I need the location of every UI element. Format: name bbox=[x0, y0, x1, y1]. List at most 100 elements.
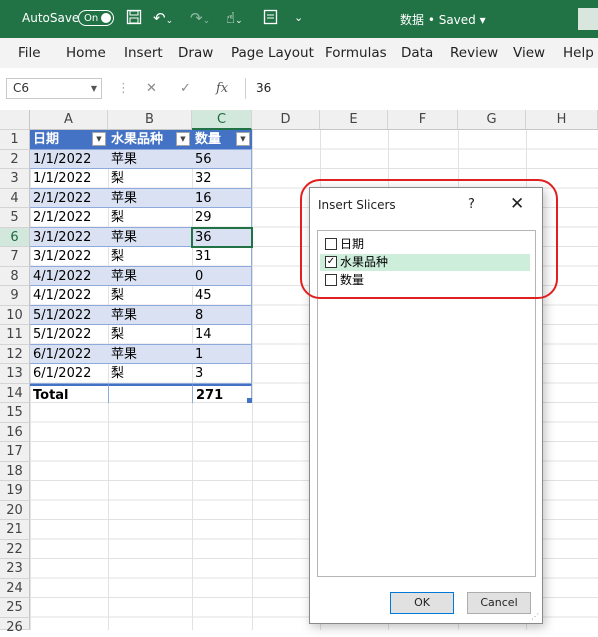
table-cell[interactable]: 苹果 bbox=[108, 227, 192, 247]
row-header[interactable]: 3 bbox=[0, 169, 30, 189]
cancel-button[interactable]: Cancel bbox=[467, 592, 531, 614]
autosave-toggle[interactable]: On bbox=[78, 10, 114, 26]
table-header-cell[interactable]: 水果品种 ▼ bbox=[108, 130, 192, 150]
table-cell[interactable]: 苹果 bbox=[108, 149, 192, 169]
column-header-b[interactable]: B bbox=[108, 110, 192, 130]
table-cell[interactable]: 梨 bbox=[108, 325, 192, 345]
insert-function-icon[interactable]: fx bbox=[216, 81, 228, 96]
table-cell[interactable]: 2/1/2022 bbox=[30, 208, 108, 228]
table-cell[interactable]: 6/1/2022 bbox=[30, 364, 108, 384]
form-icon[interactable] bbox=[263, 9, 278, 29]
table-cell[interactable]: 苹果 bbox=[108, 266, 192, 286]
table-cell[interactable]: 1/1/2022 bbox=[30, 149, 108, 169]
row-header[interactable]: 24 bbox=[0, 578, 30, 598]
touch-mode-icon[interactable]: ☝⌄ bbox=[226, 9, 243, 30]
filter-dropdown-icon[interactable]: ▼ bbox=[92, 132, 106, 146]
table-cell[interactable]: 2/1/2022 bbox=[30, 188, 108, 208]
column-header-g[interactable]: G bbox=[458, 110, 526, 130]
row-header[interactable]: 5 bbox=[0, 208, 30, 228]
table-cell[interactable]: 苹果 bbox=[108, 305, 192, 325]
table-cell[interactable]: 梨 bbox=[108, 364, 192, 384]
table-cell[interactable]: 5/1/2022 bbox=[30, 325, 108, 345]
row-header[interactable]: 21 bbox=[0, 520, 30, 540]
tab-page-layout[interactable]: Page Layout bbox=[231, 45, 314, 61]
total-value-cell[interactable]: 271 bbox=[192, 383, 252, 403]
table-cell[interactable]: 梨 bbox=[108, 169, 192, 189]
table-cell[interactable]: 4/1/2022 bbox=[30, 266, 108, 286]
tab-view[interactable]: View bbox=[513, 45, 545, 61]
resize-grip-icon[interactable]: ⋰ bbox=[531, 612, 539, 621]
row-header[interactable]: 22 bbox=[0, 539, 30, 559]
row-header[interactable]: 8 bbox=[0, 266, 30, 286]
tab-insert[interactable]: Insert bbox=[124, 45, 163, 61]
table-cell[interactable]: 56 bbox=[192, 149, 252, 169]
table-cell[interactable]: 1/1/2022 bbox=[30, 169, 108, 189]
total-empty-cell[interactable] bbox=[108, 383, 192, 403]
name-box[interactable]: C6 ▼ bbox=[6, 78, 102, 99]
table-cell[interactable]: 3 bbox=[192, 364, 252, 384]
table-cell[interactable]: 苹果 bbox=[108, 344, 192, 364]
formula-input[interactable]: 36 bbox=[245, 78, 598, 99]
table-cell[interactable]: 3/1/2022 bbox=[30, 247, 108, 267]
cancel-entry-icon[interactable]: ✕ bbox=[146, 81, 157, 96]
table-cell[interactable]: 29 bbox=[192, 208, 252, 228]
tab-formulas[interactable]: Formulas bbox=[325, 45, 387, 61]
search-box[interactable] bbox=[578, 8, 598, 30]
row-header[interactable]: 4 bbox=[0, 188, 30, 208]
column-header-h[interactable]: H bbox=[526, 110, 598, 130]
row-header[interactable]: 15 bbox=[0, 403, 30, 423]
tab-help[interactable]: Help bbox=[563, 45, 594, 61]
chevron-down-icon[interactable]: ▼ bbox=[91, 79, 97, 98]
table-cell[interactable]: 梨 bbox=[108, 286, 192, 306]
column-header-e[interactable]: E bbox=[320, 110, 388, 130]
select-all-corner[interactable] bbox=[0, 110, 30, 130]
row-header[interactable]: 10 bbox=[0, 305, 30, 325]
save-icon[interactable] bbox=[126, 9, 142, 29]
row-header[interactable]: 26 bbox=[0, 617, 30, 635]
table-cell[interactable]: 32 bbox=[192, 169, 252, 189]
row-header[interactable]: 1 bbox=[0, 130, 30, 150]
total-label-cell[interactable]: Total bbox=[30, 383, 108, 404]
table-header-cell[interactable]: 数量 ▼ bbox=[192, 130, 252, 150]
table-cell[interactable]: 苹果 bbox=[108, 188, 192, 208]
row-header[interactable]: 9 bbox=[0, 286, 30, 306]
row-header[interactable]: 11 bbox=[0, 325, 30, 345]
row-header[interactable]: 25 bbox=[0, 598, 30, 618]
table-cell[interactable]: 5/1/2022 bbox=[30, 305, 108, 325]
table-cell[interactable]: 1 bbox=[192, 344, 252, 364]
table-cell[interactable]: 梨 bbox=[108, 247, 192, 267]
customize-qat-icon[interactable]: ⌄ bbox=[294, 9, 303, 27]
row-header[interactable]: 23 bbox=[0, 559, 30, 579]
table-cell[interactable]: 16 bbox=[192, 188, 252, 208]
table-cell[interactable]: 3/1/2022 bbox=[30, 227, 108, 247]
row-header[interactable]: 19 bbox=[0, 481, 30, 501]
table-cell[interactable]: 31 bbox=[192, 247, 252, 267]
row-header[interactable]: 13 bbox=[0, 364, 30, 384]
table-cell[interactable]: 8 bbox=[192, 305, 252, 325]
table-cell[interactable]: 4/1/2022 bbox=[30, 286, 108, 306]
filter-dropdown-icon[interactable]: ▼ bbox=[176, 132, 190, 146]
column-header-f[interactable]: F bbox=[388, 110, 458, 130]
table-header-cell[interactable]: 日期 ▼ bbox=[30, 130, 108, 150]
row-header[interactable]: 17 bbox=[0, 442, 30, 462]
ok-button[interactable]: OK bbox=[390, 592, 454, 614]
table-resize-handle[interactable] bbox=[247, 398, 252, 403]
filter-dropdown-icon[interactable]: ▼ bbox=[236, 132, 250, 146]
row-header[interactable]: 2 bbox=[0, 149, 30, 169]
tab-home[interactable]: Home bbox=[66, 45, 106, 61]
undo-icon[interactable]: ↶⌄ bbox=[153, 9, 173, 30]
row-header[interactable]: 20 bbox=[0, 500, 30, 520]
column-header-c[interactable]: C bbox=[192, 110, 252, 130]
redo-icon[interactable]: ↷⌄ bbox=[190, 9, 210, 30]
column-header-a[interactable]: A bbox=[30, 110, 108, 130]
row-header[interactable]: 7 bbox=[0, 247, 30, 267]
tab-draw[interactable]: Draw bbox=[178, 45, 213, 61]
tab-data[interactable]: Data bbox=[401, 45, 433, 61]
row-header[interactable]: 12 bbox=[0, 344, 30, 364]
table-cell[interactable]: 0 bbox=[192, 266, 252, 286]
table-cell[interactable]: 14 bbox=[192, 325, 252, 345]
tab-file[interactable]: File bbox=[18, 45, 41, 61]
table-cell[interactable]: 45 bbox=[192, 286, 252, 306]
column-header-d[interactable]: D bbox=[252, 110, 320, 130]
row-header[interactable]: 18 bbox=[0, 461, 30, 481]
